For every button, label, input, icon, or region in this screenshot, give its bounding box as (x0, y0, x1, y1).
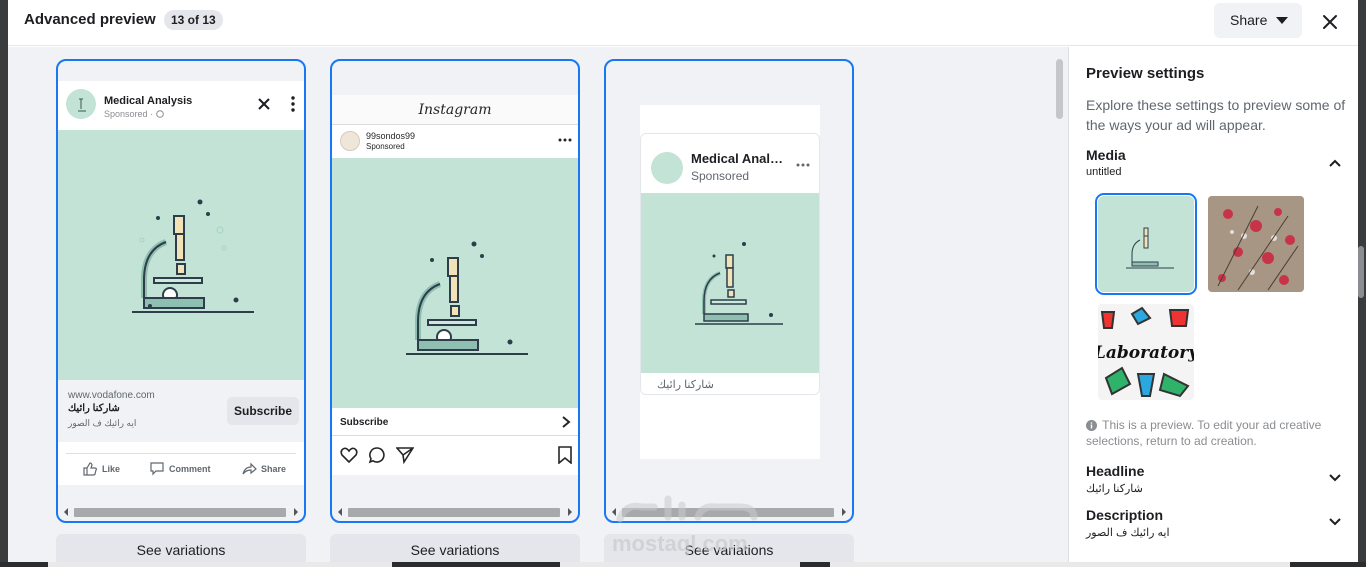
chevron-down-icon[interactable] (1328, 473, 1342, 483)
headline-section-label: Headline (1086, 463, 1145, 479)
share-button-label: Share (1230, 12, 1268, 28)
hide-ad-icon[interactable] (257, 97, 271, 111)
dialog-header: Advanced preview 13 of 13 Share (8, 0, 1358, 46)
page-avatar (651, 152, 683, 184)
facebook-feed-preview[interactable]: Medical Analysis Sponsored · www.vodafon… (56, 59, 306, 523)
media-section-label: Media (1086, 147, 1126, 163)
share-arrow-icon (242, 462, 257, 475)
bookmark-icon[interactable] (556, 446, 574, 464)
chevron-right-icon (562, 416, 571, 428)
comment-icon (150, 462, 164, 476)
thumbs-up-icon (83, 462, 98, 476)
username: 99sondos99 (366, 131, 416, 141)
sponsored-label: Sponsored (691, 169, 750, 183)
close-icon (1323, 15, 1337, 29)
advanced-preview-dialog: Advanced preview 13 of 13 Share Medical … (8, 0, 1358, 562)
share-button[interactable]: Share (1214, 3, 1302, 38)
chevron-up-icon[interactable] (1328, 158, 1342, 168)
ad-headline: شاركنا رائيك (68, 403, 120, 414)
media-thumbnail-laboratory[interactable]: Laboratory (1098, 304, 1194, 400)
preview-note: This is a preview. To edit your ad creat… (1086, 418, 1322, 448)
subscribe-cta: Subscribe (340, 417, 389, 428)
comment-bubble-icon[interactable] (368, 446, 386, 464)
facebook-post: Medical Analysis Sponsored · www.vodafon… (58, 81, 304, 485)
description-section-label: Description (1086, 507, 1164, 523)
send-icon[interactable] (396, 446, 414, 464)
laboratory-lettering: Laboratory (1098, 343, 1194, 363)
horizontal-scrollbar[interactable] (60, 505, 302, 519)
media-thumbnail-microscope[interactable] (1095, 193, 1197, 295)
post-actions: Like Comment Share (66, 453, 296, 483)
ad-image (58, 130, 304, 380)
media-thumbnail-flowers[interactable] (1208, 196, 1304, 292)
page-scrollbar[interactable] (1358, 246, 1364, 298)
preview-count-badge: 13 of 13 (164, 10, 223, 30)
page-avatar (66, 89, 96, 119)
display-url: www.vodafone.com (68, 390, 155, 401)
caret-down-icon (1276, 17, 1288, 24)
sponsored-label: Sponsored · (104, 109, 164, 119)
profile-avatar (340, 131, 360, 151)
ad-description: ايه رائيك ف الصور (68, 418, 137, 428)
globe-icon (155, 110, 164, 118)
microscope-icon (1126, 227, 1174, 269)
comment-action[interactable]: Comment (150, 462, 211, 476)
instagram-header: Instagram (332, 95, 578, 125)
watermark-logo: mostaql.com (608, 477, 788, 557)
info-icon (1086, 420, 1097, 431)
heart-icon[interactable] (340, 446, 358, 464)
subscribe-button[interactable]: Subscribe (227, 397, 299, 425)
watermark-text: mostaql.com (612, 531, 748, 556)
ad-cta-section[interactable]: www.vodafone.com شاركنا رائيك ايه رائيك … (58, 380, 304, 442)
share-action[interactable]: Share (242, 462, 286, 475)
panel-intro: Explore these settings to preview some o… (1086, 97, 1346, 133)
ad-image (641, 193, 819, 373)
more-options-icon[interactable] (558, 138, 572, 142)
instagram-logo: Instagram (418, 102, 492, 118)
instagram-feed-preview[interactable]: Instagram 99sondos99 Sponsored Subscribe (330, 59, 580, 523)
messenger-screen: Medical Analysis Sponsored شاركنا رائيك (640, 105, 820, 459)
like-action[interactable]: Like (83, 462, 120, 476)
description-section-value: ايه رائيك ف الصور (1086, 527, 1170, 539)
vertical-scrollbar[interactable] (1056, 59, 1063, 119)
page-name: Medical Analysis (691, 151, 786, 166)
page-name: Medical Analysis (104, 95, 193, 107)
taskbar-strip (0, 562, 1366, 567)
close-button[interactable] (1316, 8, 1344, 36)
chevron-down-icon[interactable] (1328, 517, 1342, 527)
more-options-icon[interactable] (796, 163, 810, 167)
ad-image (332, 158, 578, 408)
see-variations-button[interactable]: See variations (56, 534, 306, 562)
media-section-value: untitled (1086, 166, 1122, 178)
preview-canvas[interactable]: Medical Analysis Sponsored · www.vodafon… (8, 47, 1068, 562)
dialog-title: Advanced preview (24, 11, 156, 28)
more-options-icon[interactable] (291, 96, 295, 112)
preview-settings-panel: Preview settings Explore these settings … (1068, 47, 1358, 562)
messenger-preview[interactable]: Medical Analysis Sponsored شاركنا رائيك (604, 59, 854, 523)
panel-title: Preview settings (1086, 65, 1205, 82)
see-variations-button[interactable]: See variations (330, 534, 580, 562)
instagram-cta-row[interactable]: Subscribe (332, 408, 578, 436)
ad-card: Medical Analysis Sponsored شاركنا رائيك (640, 133, 820, 395)
instagram-post: Instagram 99sondos99 Sponsored Subscribe (332, 95, 578, 475)
ad-caption: شاركنا رائيك (657, 379, 714, 391)
headline-section-value: شاركنا رائيك (1086, 483, 1143, 495)
horizontal-scrollbar[interactable] (334, 505, 576, 519)
sponsored-label: Sponsored (366, 142, 405, 151)
